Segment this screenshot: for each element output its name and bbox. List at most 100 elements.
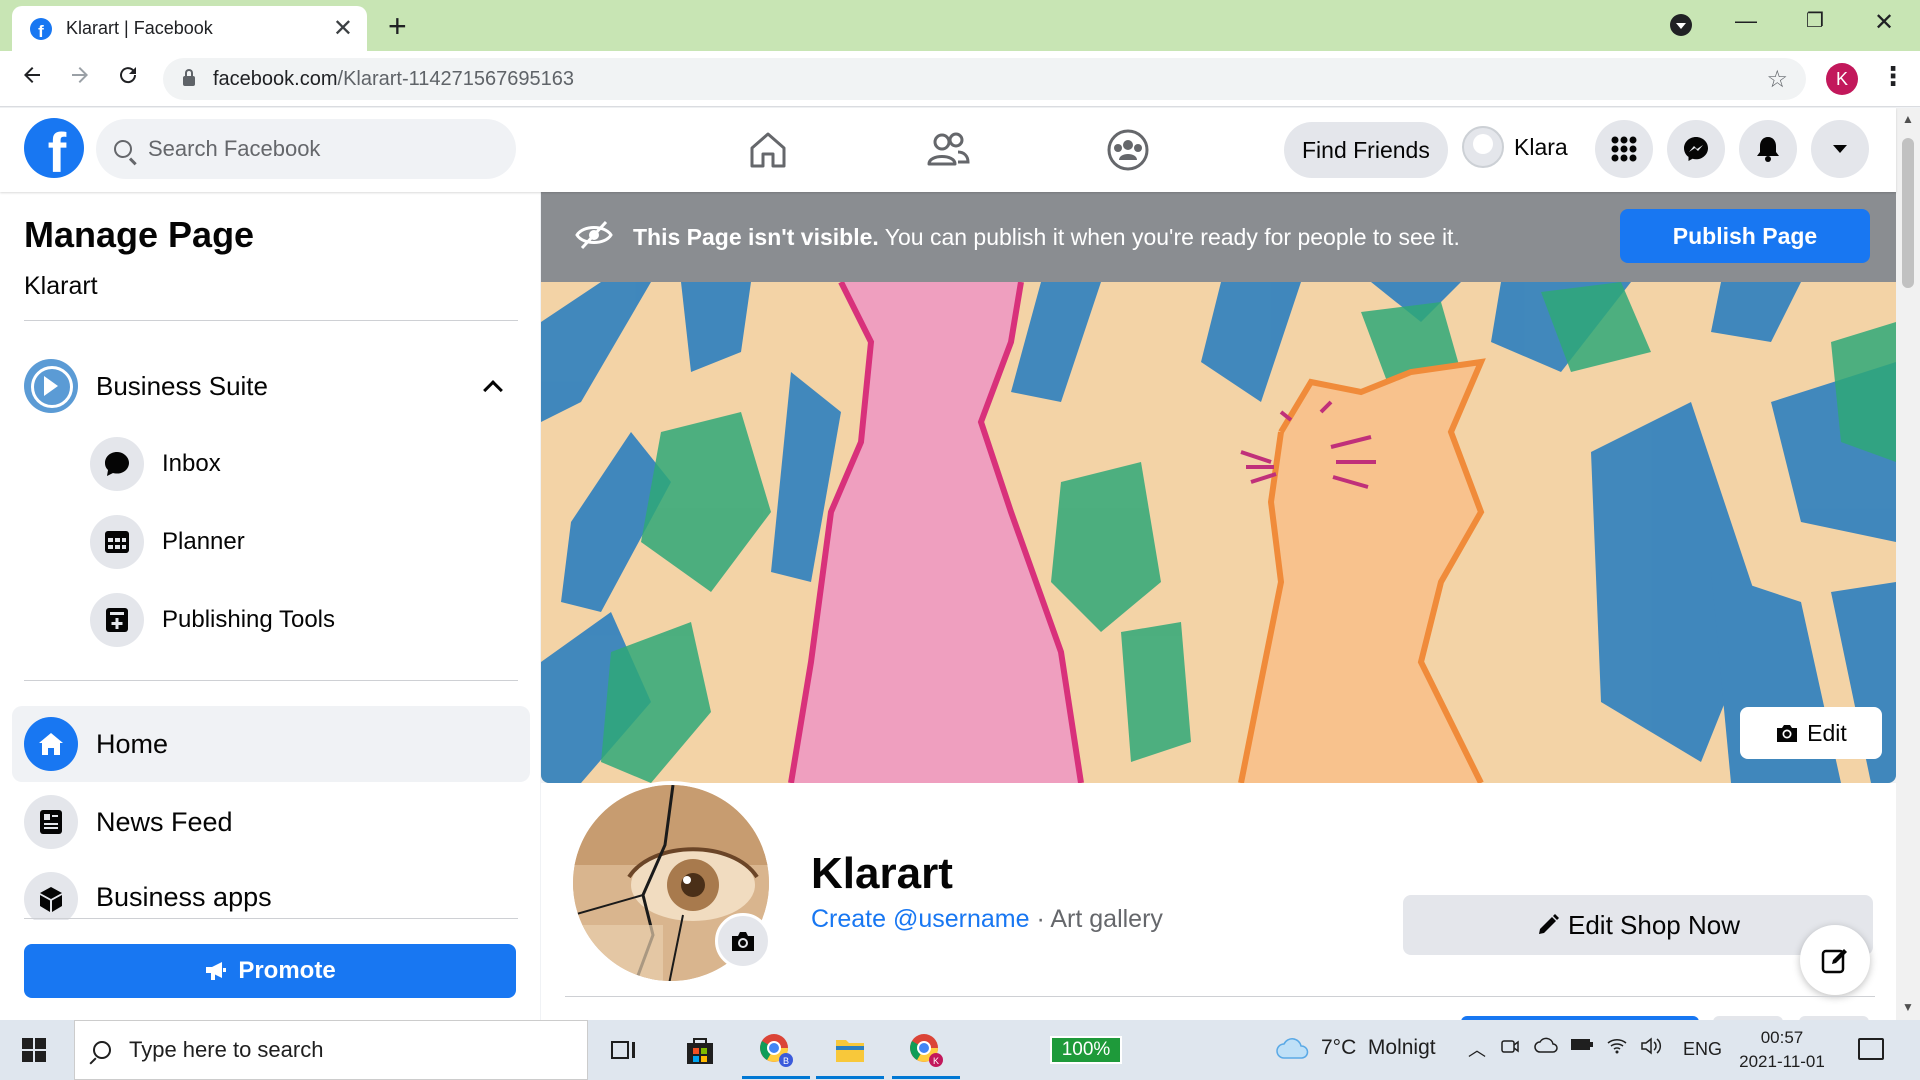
friends-nav-icon[interactable]	[924, 126, 972, 174]
scroll-up-icon[interactable]: ▲	[1902, 112, 1914, 126]
edit-cover-label: Edit	[1807, 719, 1847, 746]
lock-icon	[183, 69, 195, 86]
back-icon[interactable]	[20, 63, 44, 94]
promote-button[interactable]: Promote	[24, 944, 516, 998]
banner-bold-text: This Page isn't visible.	[633, 223, 879, 250]
search-icon	[114, 140, 132, 158]
profile-divider	[565, 996, 1875, 997]
minimize-icon[interactable]: —	[1735, 8, 1757, 34]
cats-artwork-illustration	[541, 282, 1896, 783]
business-suite-icon	[24, 359, 78, 413]
meet-now-icon[interactable]	[1500, 1036, 1520, 1061]
browser-menu-icon[interactable]: ⋮	[1880, 61, 1906, 92]
search-icon	[93, 1041, 111, 1059]
tab-close-icon[interactable]: ✕	[333, 14, 353, 43]
weather-widget[interactable]: 7°C Molnigt	[1275, 1036, 1436, 1060]
eye-slash-icon	[575, 220, 613, 255]
cloud-icon	[1276, 1038, 1309, 1059]
restore-icon[interactable]: ❐	[1806, 8, 1824, 33]
change-profile-photo-button[interactable]	[715, 913, 771, 969]
bookmark-star-icon[interactable]: ☆	[1766, 65, 1788, 94]
onedrive-cloud-icon[interactable]	[1534, 1036, 1558, 1059]
chevron-up-icon[interactable]	[483, 380, 503, 400]
groups-nav-icon[interactable]	[1104, 126, 1152, 174]
taskbar-search-box[interactable]: Type here to search	[74, 1020, 588, 1080]
language-indicator[interactable]: ENG	[1683, 1039, 1722, 1060]
business-suite-row[interactable]: Business Suite	[24, 358, 518, 414]
find-friends-button[interactable]: Find Friends	[1284, 122, 1448, 178]
windows-taskbar: Type here to search B K 100% 7°C Molnigt…	[0, 1020, 1920, 1080]
notifications-bell-icon[interactable]	[1739, 120, 1797, 178]
show-hidden-icons-chevron-icon[interactable]: ︿	[1468, 1036, 1486, 1062]
scroll-down-icon[interactable]: ▼	[1902, 1000, 1914, 1014]
menu-grid-icon[interactable]	[1595, 120, 1653, 178]
page-visibility-banner: This Page isn't visible. You can publish…	[541, 192, 1896, 282]
tab-search-icon[interactable]	[1670, 14, 1692, 36]
sidebar-item-home[interactable]: Home	[12, 706, 530, 782]
manage-page-sidebar: Manage Page Klarart Business Suite Inbox…	[0, 192, 540, 1020]
store-app-icon[interactable]	[680, 1030, 720, 1070]
home-icon	[24, 717, 78, 771]
sidebar-item-publishing-tools[interactable]: Publishing Tools	[90, 590, 510, 650]
messenger-icon[interactable]	[1667, 120, 1725, 178]
publish-page-button[interactable]: Publish Page	[1620, 209, 1870, 263]
forward-icon[interactable]	[68, 63, 92, 94]
page-profile-header: Klarart Create @username · Art gallery E…	[541, 781, 1896, 1026]
calendar-grid-icon	[90, 515, 144, 569]
page-scrollbar[interactable]: ▲ ▼	[1896, 108, 1920, 1020]
file-explorer-icon[interactable]	[816, 1030, 884, 1079]
active-app-underline	[742, 1076, 810, 1079]
compose-message-button[interactable]	[1800, 925, 1870, 995]
facebook-logo-icon[interactable]: f	[24, 118, 84, 178]
new-message-icon	[1821, 949, 1847, 974]
notification-center-icon[interactable]	[1858, 1038, 1884, 1060]
url-path: /Klarart-114271567695163	[337, 67, 574, 90]
windows-start-icon[interactable]	[22, 1038, 46, 1062]
sidebar-item-planner[interactable]: Planner	[90, 512, 510, 572]
browser-tab-active[interactable]: f Klarart | Facebook ✕	[12, 6, 367, 51]
cube-icon	[24, 872, 78, 920]
window-close-icon[interactable]: ✕	[1874, 8, 1894, 37]
page-title: Klarart	[811, 849, 953, 898]
account-dropdown-icon[interactable]	[1811, 120, 1869, 178]
battery-icon[interactable]	[1570, 1036, 1594, 1057]
profile-shortcut[interactable]: Klara	[1462, 126, 1568, 168]
url-field[interactable]: facebook.com/Klarart-114271567695163 ☆	[163, 58, 1806, 100]
sidebar-item-label: Planner	[162, 528, 245, 555]
volume-icon[interactable]	[1640, 1036, 1664, 1061]
sidebar-item-label: Publishing Tools	[162, 606, 336, 633]
sidebar-item-inbox[interactable]: Inbox	[90, 434, 510, 494]
sidebar-item-label: Business apps	[96, 882, 272, 912]
edit-cover-button[interactable]: Edit	[1740, 707, 1882, 759]
scrollbar-thumb[interactable]	[1902, 138, 1914, 288]
chrome-profile-b-icon[interactable]: B	[742, 1030, 810, 1079]
news-feed-icon	[24, 795, 78, 849]
sidebar-divider	[24, 918, 518, 919]
cover-photo: Edit	[541, 282, 1896, 783]
new-tab-button[interactable]: +	[388, 8, 407, 45]
home-nav-icon[interactable]	[744, 126, 792, 174]
sidebar-item-label: News Feed	[96, 806, 233, 837]
create-username-link[interactable]: Create @username	[811, 905, 1030, 933]
browser-tab-bar: f Klarart | Facebook ✕ + — ❐ ✕	[0, 0, 1920, 51]
promote-label: Promote	[238, 957, 336, 984]
address-bar-row: facebook.com/Klarart-114271567695163 ☆ K…	[0, 51, 1920, 107]
wifi-icon[interactable]	[1606, 1036, 1628, 1059]
battery-indicator[interactable]: 100%	[1050, 1036, 1122, 1064]
sidebar-item-label: Inbox	[162, 450, 221, 477]
task-view-icon[interactable]	[604, 1030, 644, 1070]
browser-profile-avatar[interactable]: K	[1826, 63, 1858, 95]
sidebar-item-business-apps[interactable]: Business apps	[12, 862, 530, 920]
facebook-favicon-icon: f	[30, 17, 52, 40]
facebook-search-box[interactable]	[96, 119, 516, 179]
svg-text:B: B	[783, 1056, 789, 1066]
facebook-search-input[interactable]	[148, 136, 488, 162]
message-bubble-icon	[90, 437, 144, 491]
reload-icon[interactable]	[116, 63, 140, 94]
taskbar-clock[interactable]: 00:57 2021-11-01	[1732, 1026, 1832, 1074]
facebook-top-nav: f Find Friends Klara	[0, 108, 1896, 192]
clock-date: 2021-11-01	[1739, 1052, 1825, 1071]
chrome-profile-k-icon[interactable]: K	[892, 1030, 960, 1079]
sidebar-item-news-feed[interactable]: News Feed	[12, 784, 530, 860]
url-host: facebook.com	[213, 67, 338, 90]
